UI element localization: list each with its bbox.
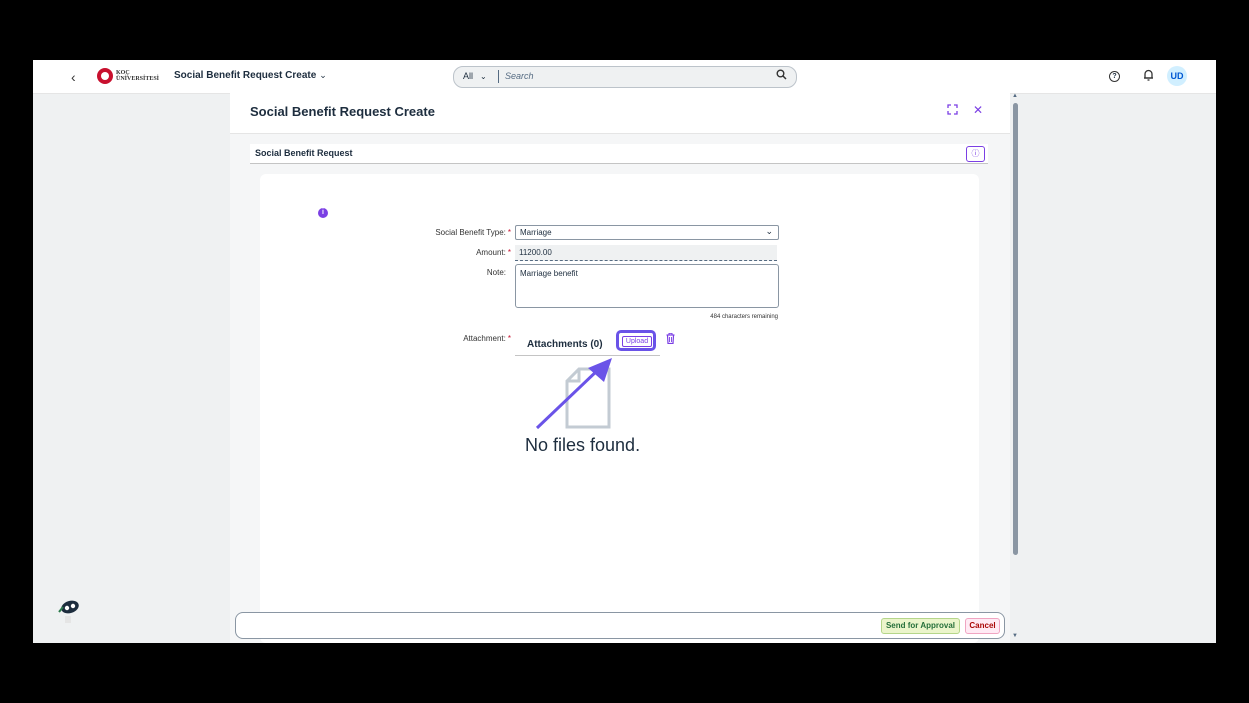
search-icon[interactable] bbox=[776, 69, 787, 83]
search-scope-value: All bbox=[463, 71, 474, 81]
annotation-arrow-icon bbox=[530, 354, 620, 439]
attachments-title: Attachments (0) bbox=[527, 339, 603, 350]
chevron-down-icon[interactable]: ⌄ bbox=[765, 226, 773, 237]
info-icon[interactable]: ⓘ bbox=[966, 146, 985, 162]
app-title: Social Benefit Request Create bbox=[174, 70, 317, 81]
upload-button[interactable]: Upload bbox=[622, 336, 652, 347]
search-divider bbox=[498, 70, 499, 83]
amount-label: Amount: * bbox=[331, 248, 511, 257]
dialog: Social Benefit Request Create ✕ Social B… bbox=[230, 93, 1010, 643]
send-for-approval-button[interactable]: Send for Approval bbox=[881, 618, 960, 634]
dialog-title: Social Benefit Request Create bbox=[250, 104, 435, 119]
close-icon[interactable]: ✕ bbox=[973, 103, 983, 117]
required-marker: * bbox=[507, 248, 511, 257]
assistant-widget-icon[interactable] bbox=[57, 598, 81, 631]
back-icon[interactable]: ‹ bbox=[71, 69, 76, 85]
search-scope-select[interactable]: All ⌄ bbox=[463, 71, 487, 81]
form-card: i Social Benefit Type: * Marriage ⌄ Amoun… bbox=[260, 174, 979, 643]
type-label-text: Social Benefit Type: bbox=[435, 228, 506, 237]
type-label: Social Benefit Type: * bbox=[331, 228, 511, 237]
section-header: Social Benefit Request ⓘ bbox=[250, 144, 988, 164]
note-textarea[interactable]: Marriage benefit bbox=[515, 264, 779, 308]
amount-label-text: Amount: bbox=[476, 248, 506, 257]
avatar[interactable]: UD bbox=[1167, 66, 1187, 86]
info-icon[interactable]: i bbox=[318, 208, 328, 218]
chevron-down-icon: ⌄ bbox=[480, 72, 487, 81]
type-value: Marriage bbox=[520, 228, 552, 237]
scroll-thumb[interactable] bbox=[1013, 103, 1018, 555]
screen: ‹ KOÇ ÜNİVERSİTESİ Social Benefit Reques… bbox=[33, 60, 1216, 643]
required-marker: * bbox=[507, 228, 511, 237]
search-input[interactable]: Search bbox=[505, 71, 534, 81]
shell-bar: ‹ KOÇ ÜNİVERSİTESİ Social Benefit Reques… bbox=[33, 60, 1216, 94]
upload-highlight: Upload bbox=[616, 330, 656, 351]
chars-remaining: 484 characters remaining bbox=[710, 314, 778, 320]
help-icon[interactable]: ? bbox=[1109, 71, 1120, 82]
social-benefit-type-select[interactable]: Marriage ⌄ bbox=[515, 225, 779, 240]
scroll-down-icon[interactable]: ▼ bbox=[1012, 633, 1018, 639]
attachment-label: Attachment: * bbox=[331, 334, 511, 343]
logo-mark-icon bbox=[97, 68, 113, 84]
scrollbar[interactable]: ▲ ▼ bbox=[1012, 93, 1020, 643]
fullscreen-icon[interactable] bbox=[947, 104, 958, 118]
dialog-footer: Send for Approval Cancel bbox=[235, 612, 1005, 639]
bell-icon[interactable] bbox=[1141, 69, 1155, 83]
logo-text: KOÇ ÜNİVERSİTESİ bbox=[116, 70, 159, 82]
search-field[interactable]: All ⌄ Search bbox=[453, 66, 797, 88]
required-marker: * bbox=[507, 334, 511, 343]
logo-line2: ÜNİVERSİTESİ bbox=[116, 76, 160, 82]
no-files-message: No files found. bbox=[525, 435, 641, 455]
amount-field[interactable]: 11200.00 bbox=[515, 245, 777, 261]
chevron-down-icon: ⌄ bbox=[319, 70, 327, 80]
cancel-button[interactable]: Cancel bbox=[965, 618, 1000, 634]
attachment-label-text: Attachment: bbox=[463, 334, 506, 343]
amount-value: 11200.00 bbox=[519, 248, 552, 257]
note-value: Marriage benefit bbox=[520, 269, 578, 278]
scroll-up-icon[interactable]: ▲ bbox=[1012, 93, 1018, 99]
trash-icon[interactable] bbox=[666, 332, 675, 347]
note-label: Note: bbox=[486, 268, 506, 277]
app-title-menu[interactable]: Social Benefit Request Create ⌄ bbox=[174, 70, 327, 81]
section-title: Social Benefit Request bbox=[255, 148, 353, 158]
dialog-header: Social Benefit Request Create ✕ bbox=[230, 93, 1010, 134]
logo[interactable]: KOÇ ÜNİVERSİTESİ bbox=[97, 68, 159, 84]
